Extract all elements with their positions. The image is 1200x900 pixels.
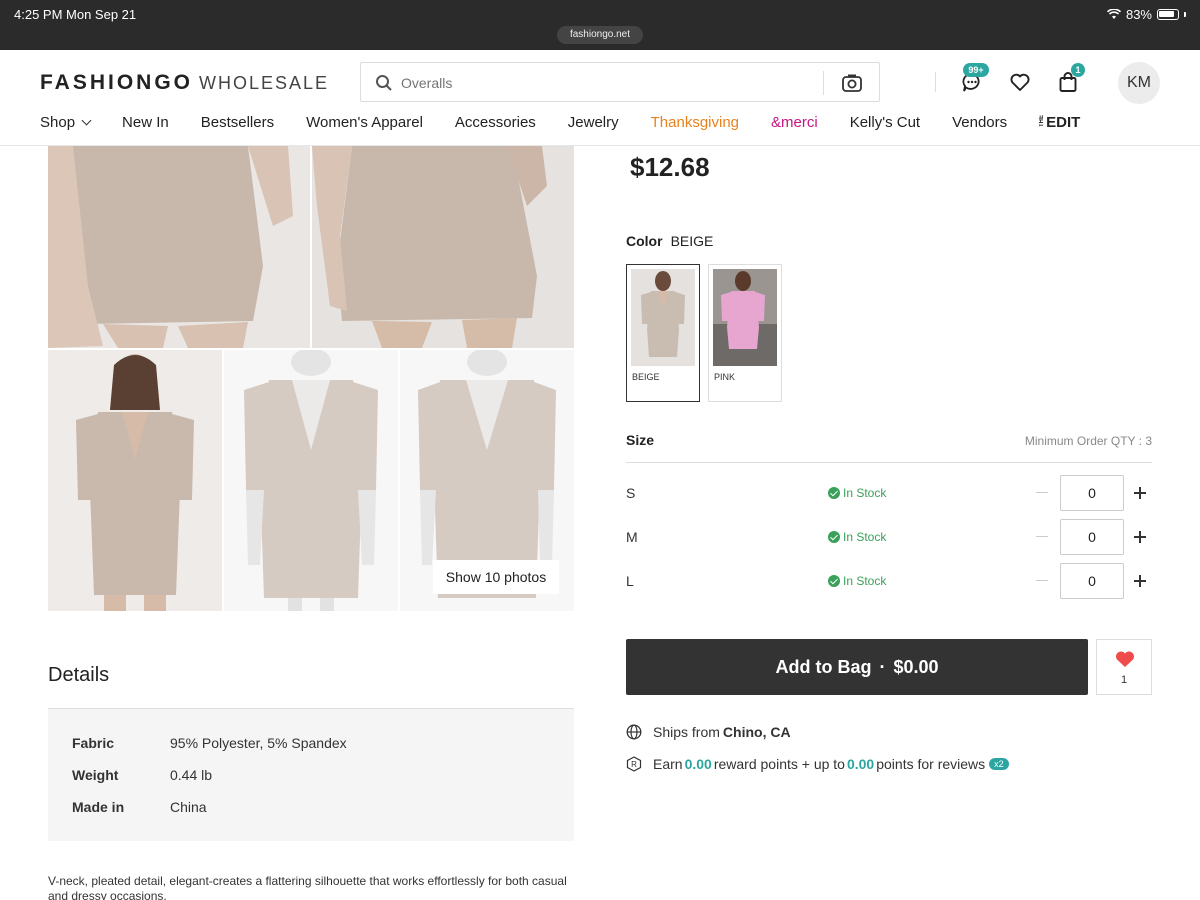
- product-price: $12.68: [630, 152, 710, 182]
- status-time: 4:25 PM Mon Sep 21: [14, 7, 137, 22]
- color-swatch-pink[interactable]: PINK: [708, 264, 782, 402]
- details-title: Details: [48, 664, 110, 686]
- search-bar[interactable]: [360, 62, 880, 102]
- nav-the-edit[interactable]: THEEDIT: [1039, 114, 1080, 134]
- messages-badge: 99+: [963, 63, 989, 77]
- reward-points: R Earn 0.00 reward points + up to 0.00 point…: [626, 756, 1009, 772]
- ships-from-location: Chino, CA: [722, 724, 791, 740]
- increase-qty-button[interactable]: [1134, 530, 1148, 544]
- nav-new-in[interactable]: New In: [122, 114, 169, 134]
- size-row-l: L In Stock 0: [626, 563, 1152, 599]
- size-label: Size: [626, 432, 655, 448]
- url-pill[interactable]: fashiongo.net: [557, 26, 643, 44]
- add-to-bag-button[interactable]: Add to Bag · $0.00: [626, 639, 1088, 695]
- product-photo-1[interactable]: [48, 146, 310, 348]
- status-battery: 83%: [1106, 7, 1186, 22]
- battery-icon: [1157, 9, 1179, 20]
- heart-icon: [1116, 651, 1134, 667]
- cart-badge: 1: [1071, 63, 1085, 77]
- nav-vendors[interactable]: Vendors: [952, 114, 1007, 134]
- size-name: S: [626, 485, 636, 501]
- size-row-m: M In Stock 0: [626, 519, 1152, 555]
- svg-text:R: R: [631, 760, 637, 769]
- nav-shop[interactable]: Shop: [40, 114, 92, 134]
- main-nav: Shop New In Bestsellers Women's Apparel …: [40, 114, 1112, 134]
- increase-qty-button[interactable]: [1134, 574, 1148, 588]
- favorite-count: 1: [1120, 674, 1128, 686]
- nav-accessories[interactable]: Accessories: [455, 114, 536, 134]
- check-circle-icon: [828, 531, 840, 543]
- swatch-thumbnail: [631, 269, 695, 366]
- decrease-qty-button[interactable]: [1036, 492, 1048, 493]
- nav-bestsellers[interactable]: Bestsellers: [201, 114, 274, 134]
- battery-percent: 83%: [1125, 7, 1152, 22]
- nav-kellys-cut[interactable]: Kelly's Cut: [850, 114, 920, 134]
- show-photos-button[interactable]: Show 10 photos: [433, 560, 559, 594]
- size-row-s: S In Stock 0: [626, 475, 1152, 511]
- camera-search-icon[interactable]: [841, 72, 863, 94]
- wishlist-heart-icon[interactable]: [1009, 71, 1031, 93]
- minimum-order-qty: Minimum Order QTY : 3: [1024, 434, 1152, 448]
- nav-jewelry[interactable]: Jewelry: [568, 114, 619, 134]
- status-bar: 4:25 PM Mon Sep 21 fashiongo.net 83%: [0, 0, 1200, 50]
- nav-merci[interactable]: &merci: [771, 114, 818, 134]
- check-circle-icon: [828, 487, 840, 499]
- quantity-input[interactable]: 0: [1060, 475, 1124, 511]
- search-icon: [376, 75, 392, 91]
- chevron-down-icon: [81, 115, 92, 126]
- stock-status: In Stock: [828, 574, 886, 588]
- product-description: V-neck, pleated detail, elegant-creates …: [48, 874, 567, 900]
- favorite-button[interactable]: 1: [1096, 639, 1152, 695]
- product-photo-3[interactable]: [48, 350, 222, 611]
- stock-status: In Stock: [828, 486, 886, 500]
- swatch-thumbnail: [713, 269, 777, 366]
- color-value: BEIGE: [670, 233, 714, 249]
- color-label: Color BEIGE: [626, 233, 714, 249]
- stock-status: In Stock: [828, 530, 886, 544]
- quantity-input[interactable]: 0: [1060, 519, 1124, 555]
- decrease-qty-button[interactable]: [1036, 536, 1048, 537]
- fashiongo-logo[interactable]: FASHIONGO WHOLESALE: [40, 71, 329, 95]
- nav-womens-apparel[interactable]: Women's Apparel: [306, 114, 423, 134]
- globe-icon: [626, 724, 642, 740]
- product-photo-2[interactable]: [312, 146, 574, 348]
- color-swatch-beige[interactable]: BEIGE: [626, 264, 700, 402]
- ships-from: Ships from Chino, CA: [626, 724, 791, 740]
- quantity-input[interactable]: 0: [1060, 563, 1124, 599]
- product-photo-4[interactable]: [224, 350, 398, 611]
- increase-qty-button[interactable]: [1134, 486, 1148, 500]
- user-avatar[interactable]: KM: [1118, 62, 1160, 104]
- search-input[interactable]: [401, 72, 801, 94]
- decrease-qty-button[interactable]: [1036, 580, 1048, 581]
- nav-thanksgiving[interactable]: Thanksgiving: [651, 114, 739, 134]
- size-name: M: [626, 529, 638, 545]
- details-table: Fabric 95% Polyester, 5% Spandex Weight 0.…: [48, 709, 574, 841]
- check-circle-icon: [828, 575, 840, 587]
- bag-total: $0.00: [893, 657, 939, 677]
- size-name: L: [626, 573, 634, 589]
- multiplier-badge: x2: [989, 758, 1009, 770]
- wifi-icon: [1106, 9, 1121, 19]
- reward-badge-icon: R: [626, 756, 642, 772]
